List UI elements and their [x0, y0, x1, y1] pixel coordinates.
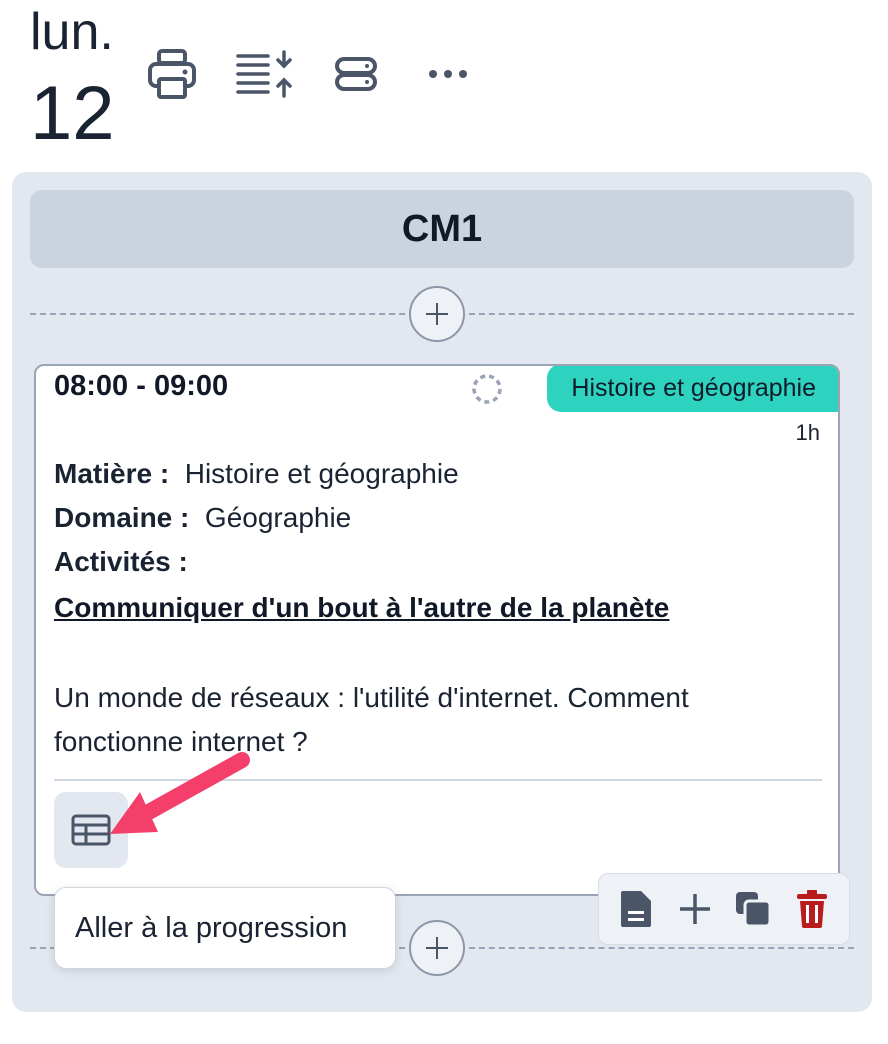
- activites-label: Activités :: [54, 546, 188, 577]
- status-circle-icon[interactable]: [470, 372, 504, 406]
- day-number: 12: [30, 71, 115, 156]
- delete-button[interactable]: [788, 885, 836, 933]
- activity-link[interactable]: Communiquer d'un bout à l'autre de la pl…: [54, 592, 669, 624]
- sort-button[interactable]: [234, 44, 294, 104]
- matiere-row: Matière : Histoire et géographie: [54, 458, 459, 490]
- print-button[interactable]: [142, 44, 202, 104]
- duplicate-icon: [736, 892, 772, 928]
- lesson-time: 08:00 - 09:00: [54, 370, 229, 402]
- trash-icon: [796, 890, 827, 928]
- stack-button[interactable]: [326, 44, 386, 104]
- matiere-label: Matière :: [54, 458, 170, 489]
- table-icon: [71, 814, 111, 846]
- add-button[interactable]: [671, 885, 719, 933]
- lesson-duration: 1h: [795, 420, 820, 445]
- domaine-label: Domaine :: [54, 502, 190, 533]
- plus-icon: [426, 303, 448, 325]
- class-header[interactable]: CM1: [30, 190, 854, 268]
- document-icon: [621, 891, 652, 927]
- progression-tooltip: Aller à la progression: [54, 887, 396, 969]
- printer-icon: [148, 49, 196, 99]
- lesson-card[interactable]: 08:00 - 09:00 Histoire et géographie 1h …: [34, 364, 840, 896]
- matiere-value: Histoire et géographie: [184, 458, 459, 489]
- class-column: CM1 08:00 - 09:00 Histoire et géographie…: [12, 172, 872, 1012]
- document-button[interactable]: [612, 885, 660, 933]
- stack-icon: [335, 57, 377, 91]
- plus-icon: [426, 937, 448, 959]
- go-to-progression-button[interactable]: [54, 792, 128, 868]
- day-name: lun.: [30, 3, 114, 61]
- add-lesson-button-top[interactable]: [409, 286, 465, 342]
- domaine-value: Géographie: [204, 502, 352, 533]
- add-lesson-button-bottom[interactable]: [409, 920, 465, 976]
- plus-icon: [679, 894, 710, 924]
- duplicate-button[interactable]: [729, 885, 777, 933]
- more-dots-icon: [429, 70, 467, 78]
- sort-lines-icon: [236, 50, 292, 98]
- lesson-actions-bar: [598, 873, 850, 945]
- domaine-row: Domaine : Géographie: [54, 502, 351, 534]
- more-button[interactable]: [418, 44, 478, 104]
- card-divider: [54, 779, 822, 781]
- lesson-description: Un monde de réseaux : l'utilité d'intern…: [54, 682, 689, 757]
- activites-row: Activités :: [54, 546, 188, 578]
- subject-tag: Histoire et géographie: [547, 366, 838, 412]
